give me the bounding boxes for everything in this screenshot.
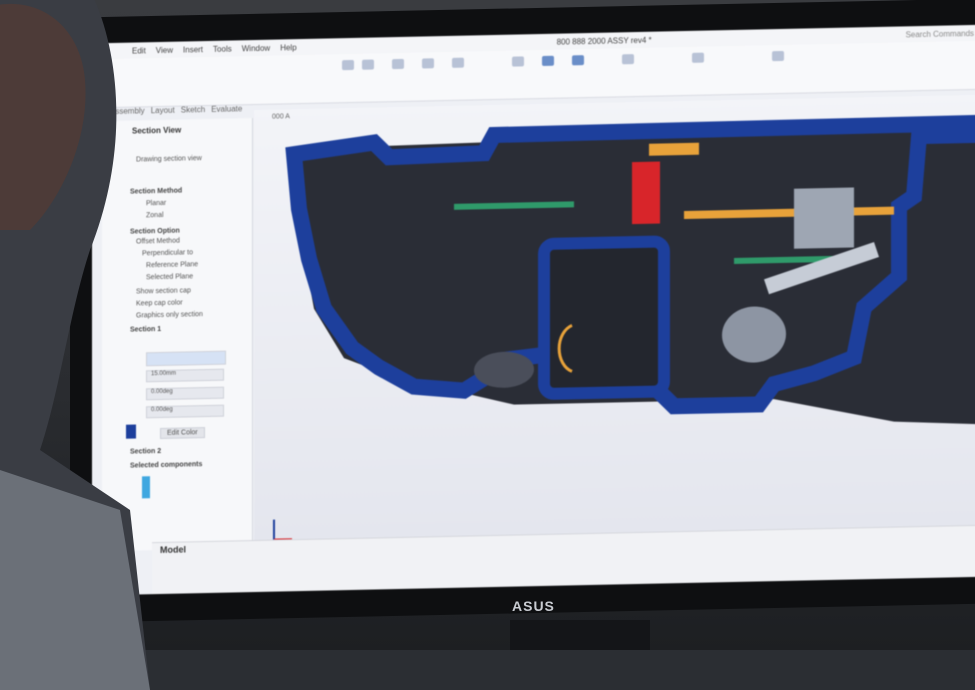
3d-viewport[interactable]: 000 A [254,95,975,550]
selected-plane-radio[interactable]: Selected Plane [146,273,193,281]
menu-item-help[interactable]: Help [280,43,296,52]
section-model [254,95,975,550]
edit-color-button[interactable]: Edit Color [160,427,205,439]
menu-item-tools[interactable]: Tools [213,44,232,53]
tool-icon[interactable] [392,59,404,69]
document-title: 800 888 2000 ASSY rev4 * [557,35,652,46]
tool-icon[interactable] [692,53,704,63]
angle-value-1: 0.00deg [151,389,173,395]
monitor-stand [510,620,650,650]
model-tab[interactable]: Model [160,544,186,555]
tab-evaluate[interactable]: Evaluate [211,104,242,119]
reference-plane-radio[interactable]: Reference Plane [146,261,198,269]
menu-item-window[interactable]: Window [242,43,270,53]
tool-icon[interactable] [572,55,584,65]
angle-field-2[interactable]: 0.00deg [146,405,224,419]
tool-icon[interactable] [422,58,434,68]
tab-sketch[interactable]: Sketch [181,105,205,120]
angle-field-1[interactable]: 0.00deg [146,387,224,401]
section-plane-field[interactable] [146,351,226,367]
monitor-screen: Edit View Insert Tools Window Help 800 8… [92,25,975,596]
person-silhouette [0,0,150,690]
offset-value: 15.00mm [151,371,176,378]
angle-value-2: 0.00deg [151,407,173,413]
tool-icon[interactable] [452,58,464,68]
menu-item-view[interactable]: View [156,45,173,54]
monitor-brand-logo: ASUS [512,598,555,614]
tool-icon[interactable] [362,60,374,70]
tool-icon[interactable] [622,54,634,64]
offset-field[interactable]: 15.00mm [146,369,224,383]
search-commands[interactable]: Search Commands [906,28,974,38]
tool-icon[interactable] [342,60,354,70]
tab-layout[interactable]: Layout [151,106,175,121]
tool-icon[interactable] [772,51,784,61]
tool-icon[interactable] [542,56,554,66]
tool-icon[interactable] [512,56,524,66]
menu-item-insert[interactable]: Insert [183,45,203,54]
